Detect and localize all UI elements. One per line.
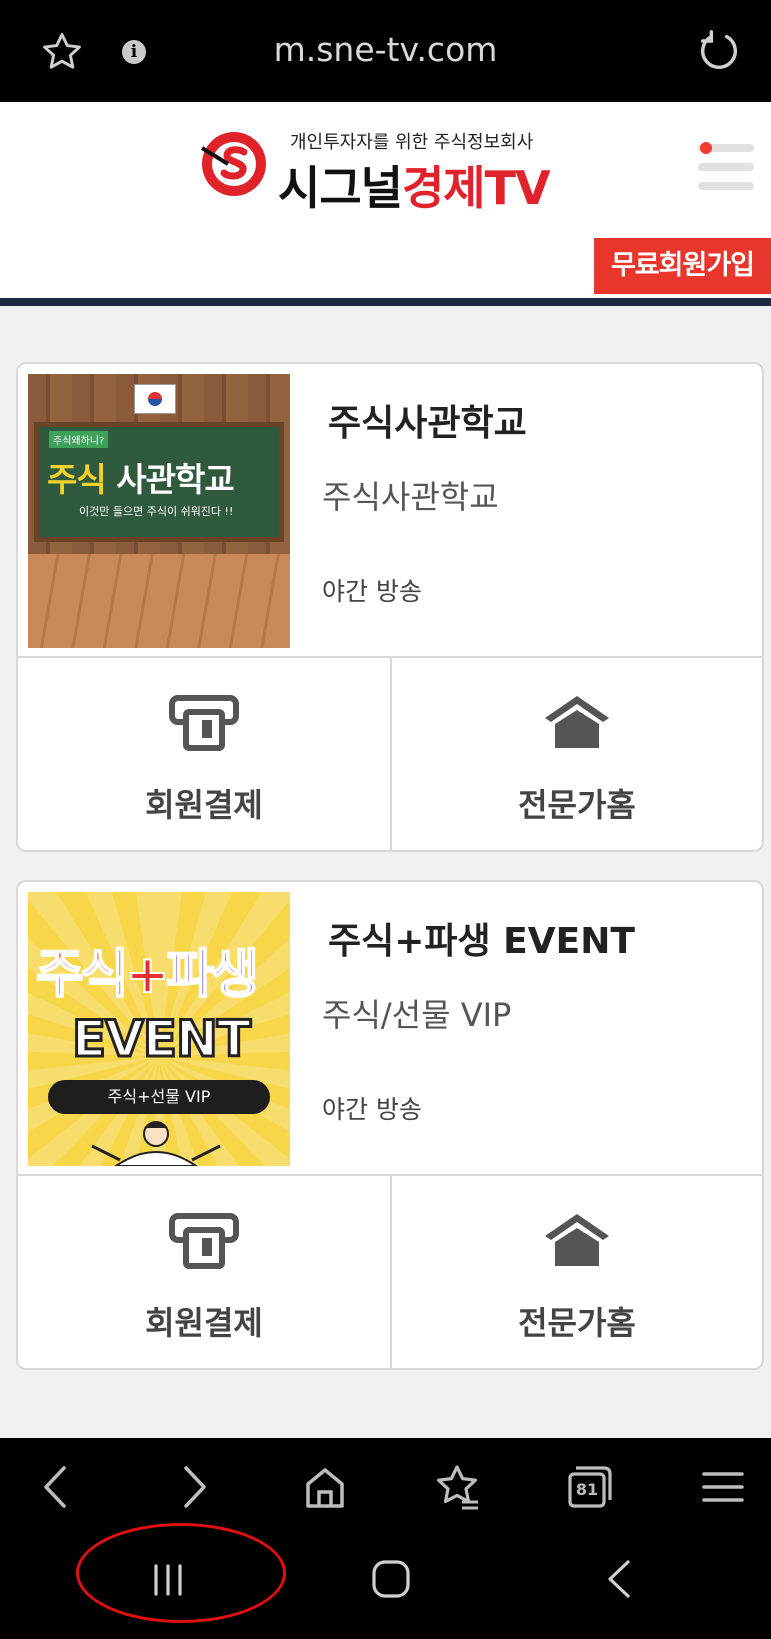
home-icon bbox=[545, 696, 609, 748]
home-icon[interactable] bbox=[300, 1462, 350, 1512]
payment-terminal-icon bbox=[169, 695, 239, 751]
thumbnail-headline-white: 사관학교 bbox=[116, 460, 234, 499]
notification-dot bbox=[700, 142, 712, 154]
tabs-button[interactable]: 81 bbox=[564, 1462, 614, 1512]
program-thumbnail[interactable]: 주식+파생 EVENT 주식+선물 VIP bbox=[28, 892, 290, 1166]
person-illustration bbox=[91, 1121, 221, 1166]
thumbnail-headline-purple: 파생 bbox=[165, 944, 260, 1006]
free-signup-button[interactable]: 무료회원가입 bbox=[594, 238, 771, 294]
site-name-part2: 경제TV bbox=[401, 161, 551, 215]
tab-count: 81 bbox=[575, 1480, 599, 1499]
chalkboard: 주식왜하니? 주식 사관학교 이것만 들으면 주식이 쉬워진다 !! bbox=[34, 422, 284, 542]
expert-home-label: 전문가홈 bbox=[518, 786, 636, 824]
thumbnail-pill: 주식+선물 VIP bbox=[48, 1080, 270, 1114]
member-payment-button[interactable]: 회원결제 bbox=[18, 658, 390, 852]
thumbnail-subline: 이것만 들으면 주식이 쉬워진다 !! bbox=[79, 505, 234, 518]
home-icon bbox=[545, 1214, 609, 1266]
expert-home-label: 전문가홈 bbox=[518, 1304, 636, 1342]
thumbnail-event-text: EVENT bbox=[71, 1009, 253, 1070]
content-list: 주식왜하니? 주식 사관학교 이것만 들으면 주식이 쉬워진다 !! 주식사관학… bbox=[0, 306, 771, 1438]
site-name: 시그널경제TV bbox=[278, 152, 551, 218]
logo-s-icon bbox=[200, 132, 266, 196]
back-arrow-icon[interactable] bbox=[32, 1462, 82, 1512]
address-bar-url[interactable]: m.sne-tv.com bbox=[0, 30, 771, 69]
expert-home-button[interactable]: 전문가홈 bbox=[390, 658, 762, 852]
thumbnail-headline-yellow: 주식 bbox=[47, 460, 107, 499]
thumbnail-headline-red: 주식 bbox=[35, 944, 130, 1006]
annotation-ellipse bbox=[76, 1523, 286, 1623]
expert-home-button[interactable]: 전문가홈 bbox=[390, 1176, 762, 1370]
program-card: 주식+파생 EVENT 주식+선물 VIP 주식+파생 EVENT 주식/선물 … bbox=[16, 880, 764, 1370]
thumbnail-headline: 주식 사관학교 bbox=[47, 453, 235, 501]
thumbnail-floor bbox=[28, 554, 290, 648]
browser-top-bar: i m.sne-tv.com bbox=[0, 0, 771, 102]
program-schedule: 야간 방송 bbox=[322, 1095, 422, 1124]
payment-terminal-icon bbox=[169, 1213, 239, 1269]
program-card: 주식왜하니? 주식 사관학교 이것만 들으면 주식이 쉬워진다 !! 주식사관학… bbox=[16, 362, 764, 852]
thumbnail-tag: 주식왜하니? bbox=[49, 431, 109, 448]
site-header: 개인투자자를 위한 주식정보회사 시그널경제TV 무료회원가입 bbox=[0, 102, 771, 306]
forward-arrow-icon[interactable] bbox=[168, 1462, 218, 1512]
korean-flag-icon bbox=[134, 384, 176, 414]
system-back-icon[interactable] bbox=[598, 1556, 642, 1602]
thumbnail-headline: 주식+파생 bbox=[35, 932, 260, 1007]
member-payment-label: 회원결제 bbox=[145, 1304, 263, 1342]
program-schedule: 야간 방송 bbox=[322, 577, 422, 606]
program-title[interactable]: 주식사관학교 bbox=[328, 394, 527, 446]
card-actions: 회원결제 전문가홈 bbox=[18, 1174, 762, 1370]
menu-icon[interactable] bbox=[698, 1462, 748, 1512]
program-thumbnail[interactable]: 주식왜하니? 주식 사관학교 이것만 들으면 주식이 쉬워진다 !! bbox=[28, 374, 290, 648]
thumbnail-headline-plus: + bbox=[125, 944, 171, 1006]
bookmarks-icon[interactable] bbox=[432, 1462, 482, 1512]
member-payment-button[interactable]: 회원결제 bbox=[18, 1176, 390, 1370]
home-button-icon[interactable] bbox=[368, 1556, 414, 1602]
menu-bar bbox=[698, 182, 754, 190]
program-subtitle: 주식/선물 VIP bbox=[322, 996, 512, 1034]
site-tagline: 개인투자자를 위한 주식정보회사 bbox=[290, 132, 534, 153]
member-payment-label: 회원결제 bbox=[145, 786, 263, 824]
hamburger-menu-icon[interactable] bbox=[698, 142, 754, 192]
menu-bar bbox=[698, 163, 754, 171]
browser-bottom-nav: 81 bbox=[0, 1438, 771, 1536]
reload-icon[interactable] bbox=[696, 28, 742, 74]
program-subtitle: 주식사관학교 bbox=[322, 478, 499, 516]
card-actions: 회원결제 전문가홈 bbox=[18, 656, 762, 852]
site-logo[interactable]: 개인투자자를 위한 주식정보회사 시그널경제TV bbox=[198, 122, 551, 215]
site-name-part1: 시그널 bbox=[278, 161, 403, 215]
program-title[interactable]: 주식+파생 EVENT bbox=[328, 912, 635, 964]
